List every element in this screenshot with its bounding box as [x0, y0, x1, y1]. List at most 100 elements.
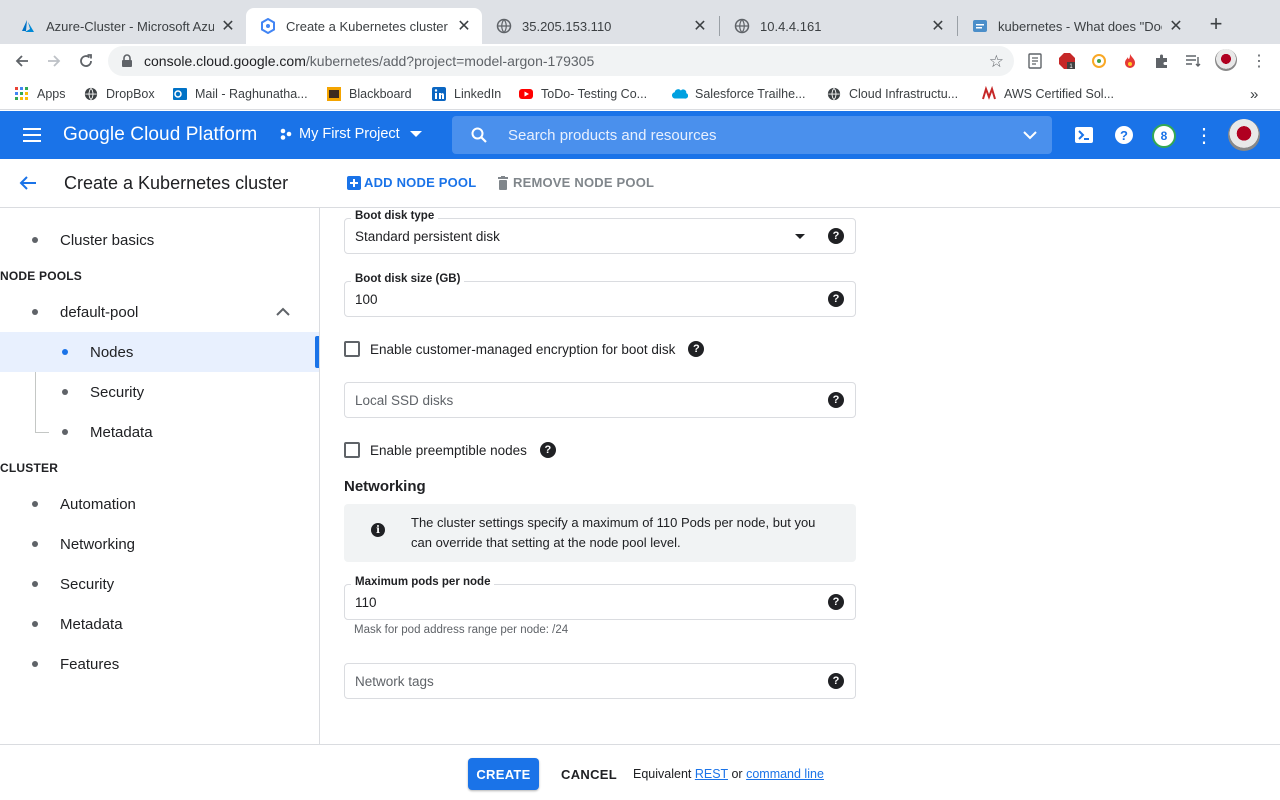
bookmark-star-icon[interactable]: ☆	[989, 52, 1004, 72]
bookmark-blackboard[interactable]: Blackboard	[326, 85, 412, 103]
bullet-icon	[32, 501, 38, 507]
create-button[interactable]: CREATE	[468, 758, 539, 790]
back-arrow-icon[interactable]	[16, 171, 40, 195]
left-navigation: Cluster basics NODE POOLS default-pool N…	[0, 208, 320, 744]
local-ssd-input[interactable]: Local SSD disks ?	[344, 382, 856, 418]
globe-icon	[826, 86, 842, 102]
azure-icon	[20, 18, 36, 34]
boot-disk-type-select[interactable]: Boot disk type Standard persistent disk …	[344, 210, 856, 254]
bookmarks-bar: Apps DropBox Mail - Raghunatha... Blackb…	[0, 78, 1280, 110]
nav-item-networking[interactable]: Networking	[0, 524, 319, 564]
forward-button[interactable]	[42, 49, 66, 73]
close-tab-icon[interactable]: ✕	[692, 18, 708, 35]
lock-icon	[120, 54, 134, 68]
bookmark-aws[interactable]: AWS Certified Sol...	[981, 85, 1114, 103]
search-icon	[471, 127, 487, 143]
search-input[interactable]: Search products and resources	[452, 116, 1052, 154]
nav-section-node-pools: NODE POOLS	[0, 269, 83, 283]
nav-item-metadata[interactable]: Metadata	[0, 604, 319, 644]
command-line-link[interactable]: command line	[746, 767, 824, 781]
bookmark-dropbox[interactable]: DropBox	[83, 85, 155, 103]
gcp-brand[interactable]: Google Cloud Platform	[63, 124, 257, 146]
browser-tab-active[interactable]: Create a Kubernetes cluster – ( ✕	[246, 8, 482, 44]
globe-icon	[496, 18, 512, 34]
globe-icon	[83, 86, 99, 102]
bookmark-todo[interactable]: ToDo- Testing Co...	[518, 85, 647, 103]
nav-item-pool-metadata[interactable]: Metadata	[0, 412, 319, 452]
cmek-checkbox-row: Enable customer-managed encryption for b…	[344, 341, 705, 357]
browser-tab[interactable]: Azure-Cluster - Microsoft Azu ✕	[6, 8, 246, 44]
help-icon[interactable]: ?	[828, 291, 844, 307]
browser-tab[interactable]: kubernetes - What does "Does ✕	[958, 8, 1194, 44]
page-title: Create a Kubernetes cluster	[64, 173, 289, 193]
nav-item-pool-security[interactable]: Security	[0, 372, 319, 412]
blackboard-icon	[326, 86, 342, 102]
preemptible-checkbox-row: Enable preemptible nodes ?	[344, 442, 556, 458]
rest-link[interactable]: REST	[695, 767, 728, 781]
adblock-extension-icon[interactable]: 1	[1058, 52, 1076, 70]
new-tab-button[interactable]: +	[1204, 12, 1228, 36]
browser-toolbar: console.cloud.google.com/kubernetes/add?…	[0, 44, 1280, 78]
bookmark-apps[interactable]: Apps	[14, 85, 66, 103]
cloud-shell-icon[interactable]	[1072, 123, 1096, 147]
help-icon[interactable]: ?	[1112, 123, 1136, 147]
nav-item-security[interactable]: Security	[0, 564, 319, 604]
nav-item-cluster-basics[interactable]: Cluster basics	[0, 220, 319, 260]
close-tab-icon[interactable]: ✕	[930, 18, 946, 35]
nav-item-nodes[interactable]: Nodes	[0, 332, 319, 372]
bullet-icon	[32, 581, 38, 587]
bookmark-linkedin[interactable]: LinkedIn	[431, 85, 501, 103]
chevron-down-icon	[409, 131, 422, 137]
arrow-left-icon	[15, 55, 28, 67]
chevron-up-icon[interactable]	[275, 304, 291, 320]
add-node-pool-button[interactable]: ADD NODE POOL	[347, 175, 476, 190]
equivalent-links: Equivalent REST or command line	[633, 767, 824, 781]
profile-avatar[interactable]	[1215, 49, 1237, 71]
project-selector[interactable]: My First Project	[279, 126, 422, 142]
reader-extension-icon[interactable]	[1026, 52, 1044, 70]
help-icon[interactable]: ?	[828, 673, 844, 689]
bullet-icon	[62, 389, 68, 395]
expand-search-icon[interactable]	[1022, 128, 1038, 142]
avatar[interactable]	[1228, 119, 1260, 151]
fire-extension-icon[interactable]	[1121, 52, 1139, 70]
max-pods-input[interactable]: Maximum pods per node 110 ?	[344, 576, 856, 620]
help-icon[interactable]: ?	[539, 442, 556, 458]
browser-tab[interactable]: 10.4.4.161 ✕	[720, 8, 956, 44]
help-icon[interactable]: ?	[828, 594, 844, 610]
help-icon[interactable]: ?	[828, 392, 844, 408]
puzzle-icon[interactable]	[1153, 52, 1171, 70]
help-icon[interactable]: ?	[688, 341, 705, 357]
bullet-icon	[32, 309, 38, 315]
browser-menu-icon[interactable]: ⋮	[1250, 52, 1268, 70]
boot-disk-size-input[interactable]: Boot disk size (GB) 100 ?	[344, 273, 856, 317]
notifications-badge[interactable]: 8	[1152, 124, 1176, 148]
cancel-button[interactable]: CANCEL	[561, 758, 617, 790]
reload-button[interactable]	[74, 49, 98, 73]
help-icon[interactable]: ?	[828, 228, 844, 244]
nav-item-default-pool[interactable]: default-pool	[0, 292, 319, 332]
reading-list-icon[interactable]	[1184, 52, 1202, 70]
preemptible-checkbox[interactable]	[344, 442, 360, 458]
close-tab-icon[interactable]: ✕	[1168, 18, 1184, 35]
bookmark-salesforce[interactable]: Salesforce Trailhe...	[672, 85, 805, 103]
remove-node-pool-button[interactable]: REMOVE NODE POOL	[496, 175, 654, 190]
browser-tab[interactable]: 35.205.153.110 ✕	[482, 8, 718, 44]
more-options-icon[interactable]: ⋮	[1192, 123, 1216, 147]
reload-icon	[80, 54, 92, 67]
address-bar[interactable]: console.cloud.google.com/kubernetes/add?…	[108, 46, 1014, 76]
network-tags-input[interactable]: Network tags ?	[344, 663, 856, 699]
nav-item-features[interactable]: Features	[0, 644, 319, 684]
close-tab-icon[interactable]: ✕	[220, 18, 236, 35]
cmek-checkbox[interactable]	[344, 341, 360, 357]
hamburger-menu-icon[interactable]	[20, 123, 44, 147]
bookmark-mail[interactable]: Mail - Raghunatha...	[172, 85, 308, 103]
bookmark-cloud-infra[interactable]: Cloud Infrastructu...	[826, 85, 958, 103]
extension-icon[interactable]	[1090, 52, 1108, 70]
close-tab-icon[interactable]: ✕	[456, 18, 472, 35]
nav-item-automation[interactable]: Automation	[0, 484, 319, 524]
more-bookmarks-button[interactable]: »	[1250, 85, 1258, 103]
back-button[interactable]	[10, 49, 34, 73]
salesforce-icon	[672, 86, 688, 102]
add-box-icon	[347, 175, 361, 190]
